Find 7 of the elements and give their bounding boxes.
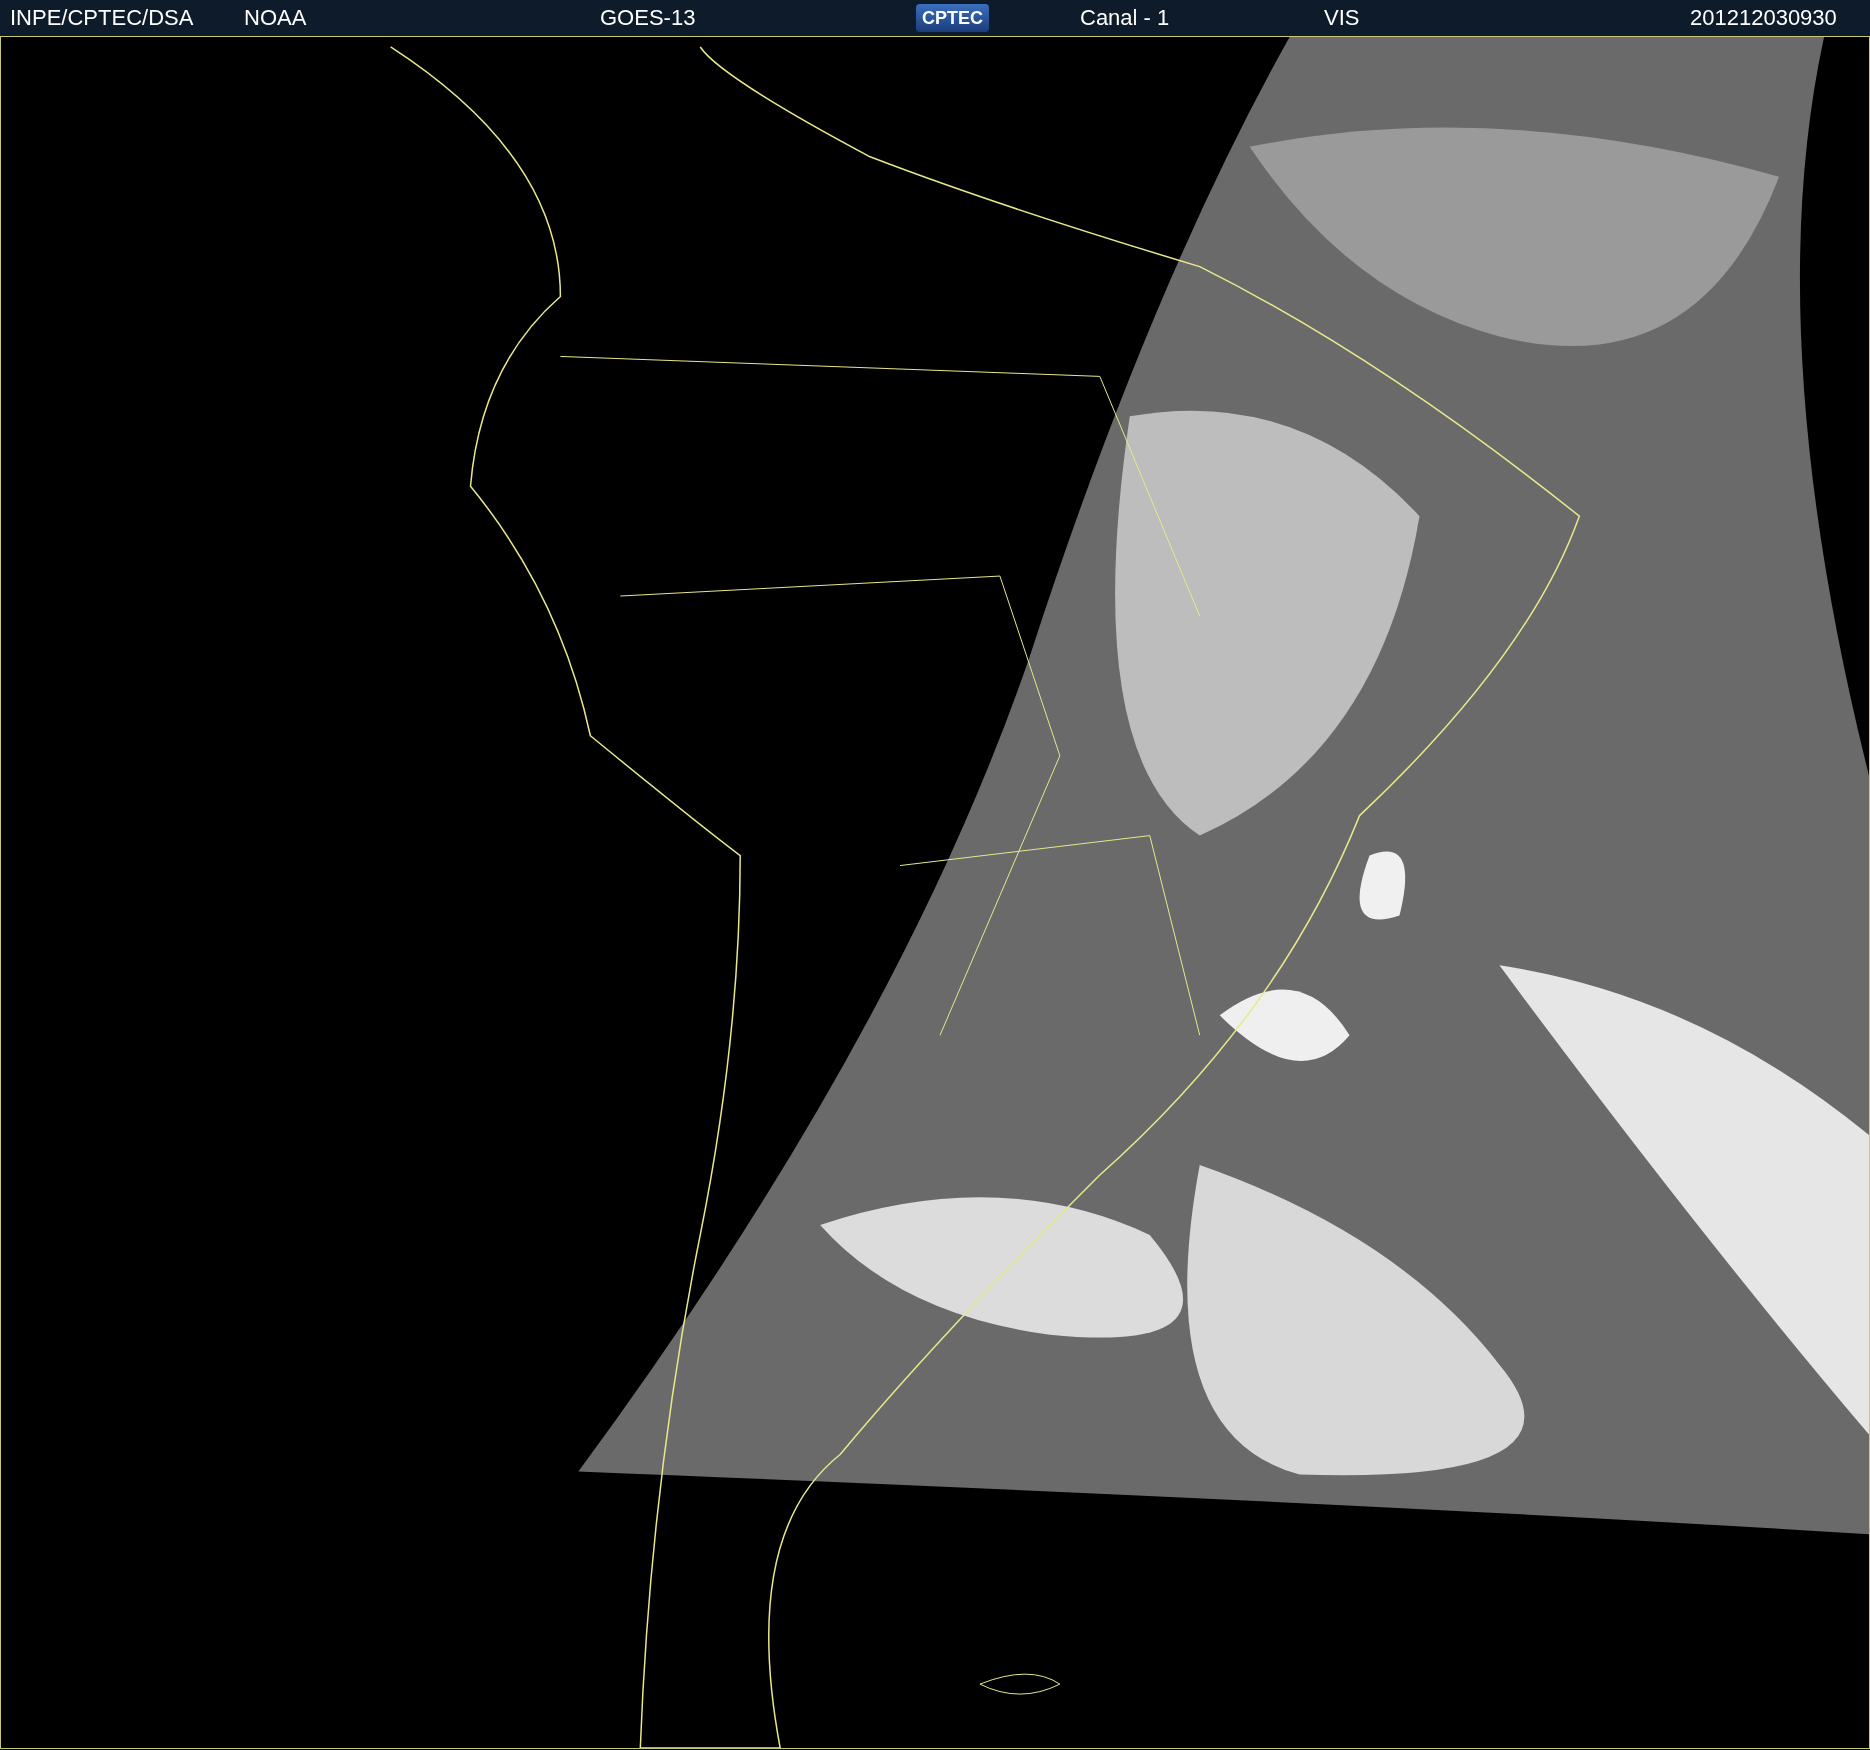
header-label: Canal - 1 bbox=[1080, 7, 1170, 29]
header-label: NOAA bbox=[244, 7, 307, 29]
header-label: VIS bbox=[1324, 7, 1360, 29]
header-label: GOES-13 bbox=[600, 7, 696, 29]
logo: CPTEC bbox=[916, 4, 989, 32]
header-label: INPE/CPTEC/DSA bbox=[10, 7, 194, 29]
header-label: 201212030930 bbox=[1690, 7, 1837, 29]
